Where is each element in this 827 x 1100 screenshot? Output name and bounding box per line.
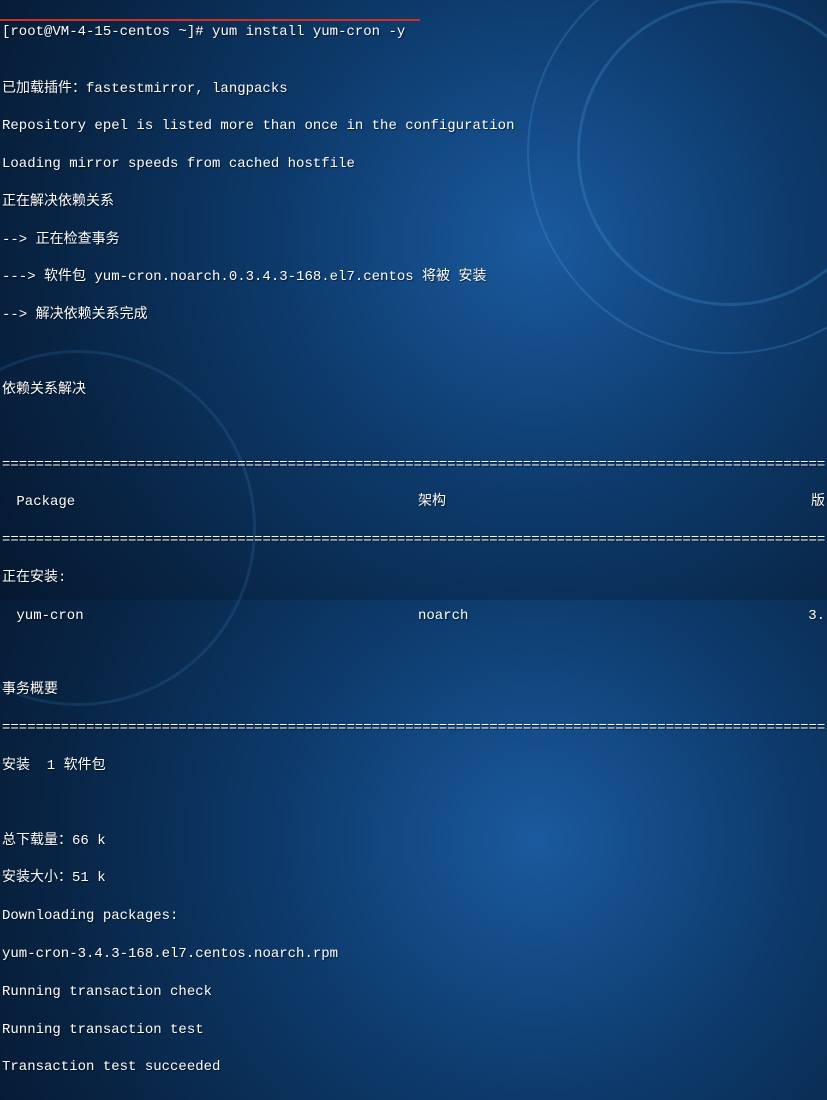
col-arch: 架构 [418, 493, 798, 512]
shell-prompt: [root@VM-4-15-centos ~]# [2, 24, 212, 40]
output-line: Repository epel is listed more than once… [2, 117, 825, 136]
highlight-underline [0, 19, 420, 21]
output-line: --> 正在检查事务 [2, 231, 825, 250]
transaction-test: Running transaction test [2, 1021, 825, 1040]
install-count: 安装 1 软件包 [2, 757, 825, 776]
separator-line: ========================================… [2, 531, 825, 550]
pkg-name: yum-cron [2, 607, 418, 626]
summary-title: 事务概要 [2, 681, 825, 700]
transaction-succeeded: Transaction test succeeded [2, 1058, 825, 1077]
table-header: Package 架构 版 [2, 493, 825, 512]
output-line: 依赖关系解决 [2, 381, 825, 400]
download-size: 总下载量：66 k [2, 832, 825, 851]
separator-line: ========================================… [2, 456, 825, 475]
separator-line: ========================================… [2, 719, 825, 738]
transaction-check: Running transaction check [2, 983, 825, 1002]
install-size: 安装大小：51 k [2, 869, 825, 888]
terminal-output: [root@VM-4-15-centos ~]# yum install yum… [0, 0, 827, 1100]
table-row: yum-cron noarch 3. [2, 607, 825, 626]
output-line: 已加载插件：fastestmirror, langpacks [2, 80, 825, 99]
pkg-version: 3. [798, 607, 825, 626]
output-line: --> 解决依赖关系完成 [2, 306, 825, 325]
col-package: Package [2, 493, 418, 512]
pkg-arch: noarch [418, 607, 798, 626]
output-line: Loading mirror speeds from cached hostfi… [2, 155, 825, 174]
downloading-label: Downloading packages: [2, 907, 825, 926]
col-version: 版 [798, 493, 825, 512]
prompt-line[interactable]: [root@VM-4-15-centos ~]# yum install yum… [2, 23, 825, 42]
rpm-file: yum-cron-3.4.3-168.el7.centos.noarch.rpm [2, 945, 825, 964]
installing-label: 正在安装: [2, 569, 825, 588]
command-text: yum install yum-cron -y [212, 24, 405, 40]
output-line: 正在解决依赖关系 [2, 193, 825, 212]
output-line: ---> 软件包 yum-cron.noarch.0.3.4.3-168.el7… [2, 268, 825, 287]
